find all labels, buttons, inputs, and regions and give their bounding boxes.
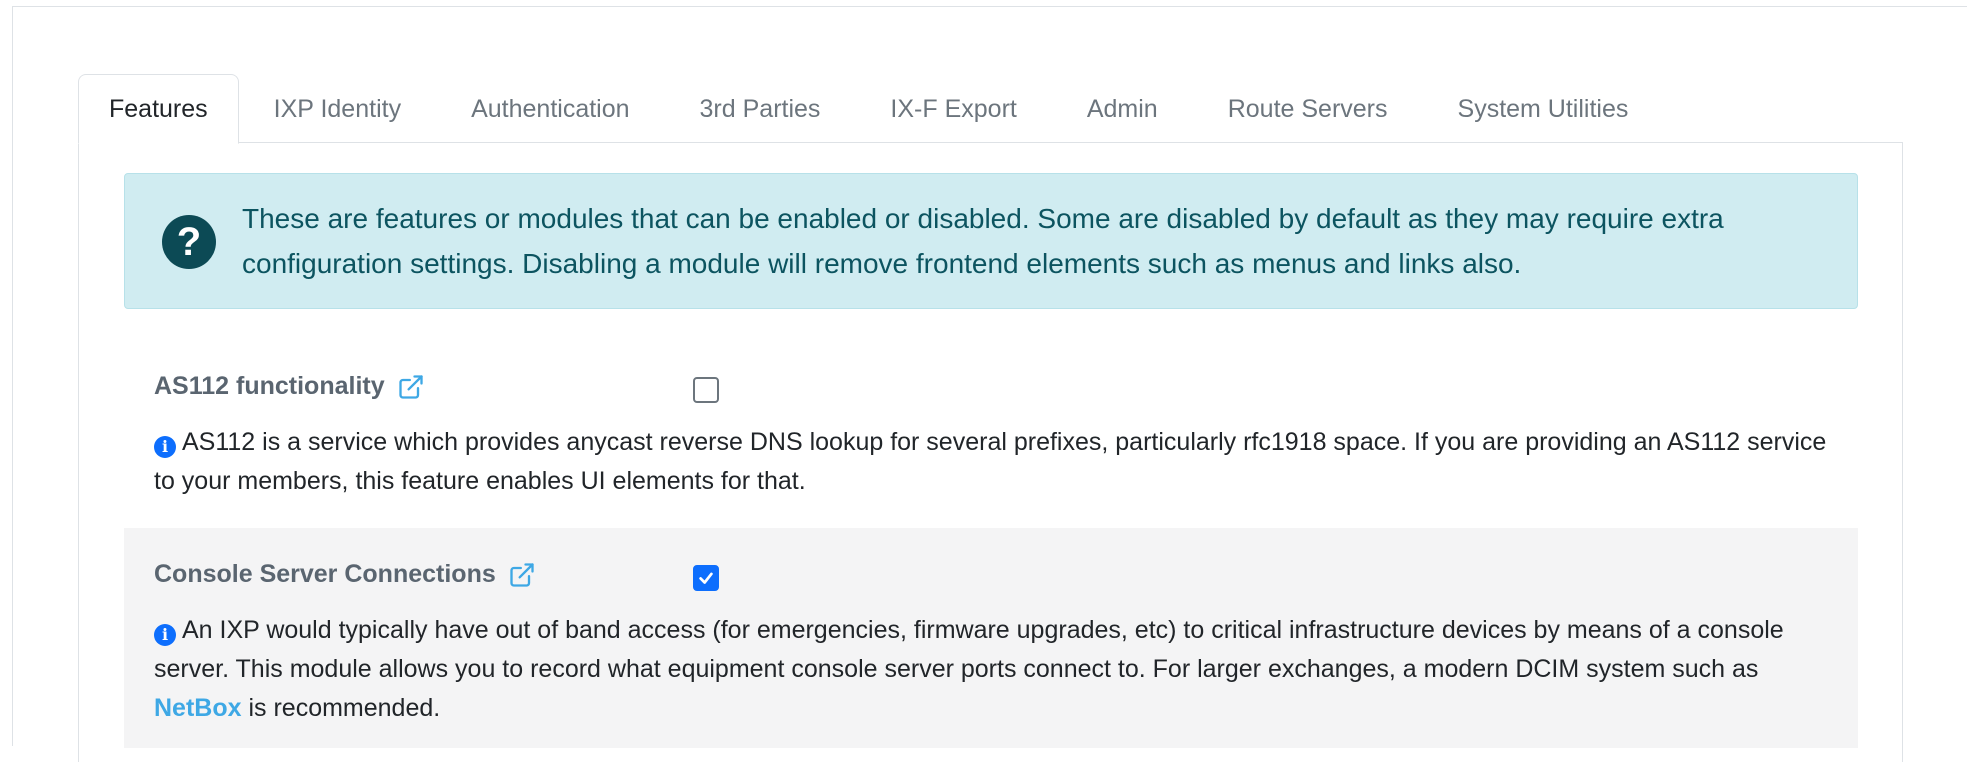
feature-title-text: AS112 functionality — [154, 372, 385, 400]
external-link-icon[interactable] — [397, 373, 425, 401]
tab-admin[interactable]: Admin — [1052, 74, 1193, 144]
feature-row-console-server: Console Server Connections i An IXP would… — [124, 528, 1858, 748]
features-info-alert: ? These are features or modules that can… — [124, 173, 1858, 309]
feature-title: AS112 functionality — [154, 372, 425, 401]
tab-features[interactable]: Features — [78, 74, 239, 144]
console-server-toggle-checkbox[interactable] — [693, 565, 719, 591]
feature-row-as112: AS112 functionality i AS112 is a service … — [124, 345, 1858, 528]
feature-title-text: Console Server Connections — [154, 560, 496, 588]
tab-ixp-identity[interactable]: IXP Identity — [239, 74, 436, 144]
tab-authentication[interactable]: Authentication — [436, 74, 664, 144]
question-circle-icon: ? — [162, 215, 216, 269]
as112-toggle-checkbox[interactable] — [693, 377, 719, 403]
info-circle-icon: i — [154, 436, 176, 458]
tab-ixf-export[interactable]: IX-F Export — [855, 74, 1051, 144]
tab-3rd-parties[interactable]: 3rd Parties — [665, 74, 856, 144]
external-link-icon[interactable] — [508, 561, 536, 589]
checkmark-icon — [699, 572, 713, 584]
info-circle-icon: i — [154, 624, 176, 646]
feature-description: i AS112 is a service which provides anyca… — [154, 428, 1827, 495]
settings-tabs: Features IXP Identity Authentication 3rd… — [78, 74, 1663, 144]
info-alert-text: These are features or modules that can b… — [242, 203, 1724, 279]
feature-description: i An IXP would typically have out of band… — [154, 616, 1784, 722]
tab-route-servers[interactable]: Route Servers — [1193, 74, 1423, 144]
tab-system-utilities[interactable]: System Utilities — [1423, 74, 1664, 144]
feature-title: Console Server Connections — [154, 560, 536, 589]
netbox-link[interactable]: NetBox — [154, 694, 242, 722]
